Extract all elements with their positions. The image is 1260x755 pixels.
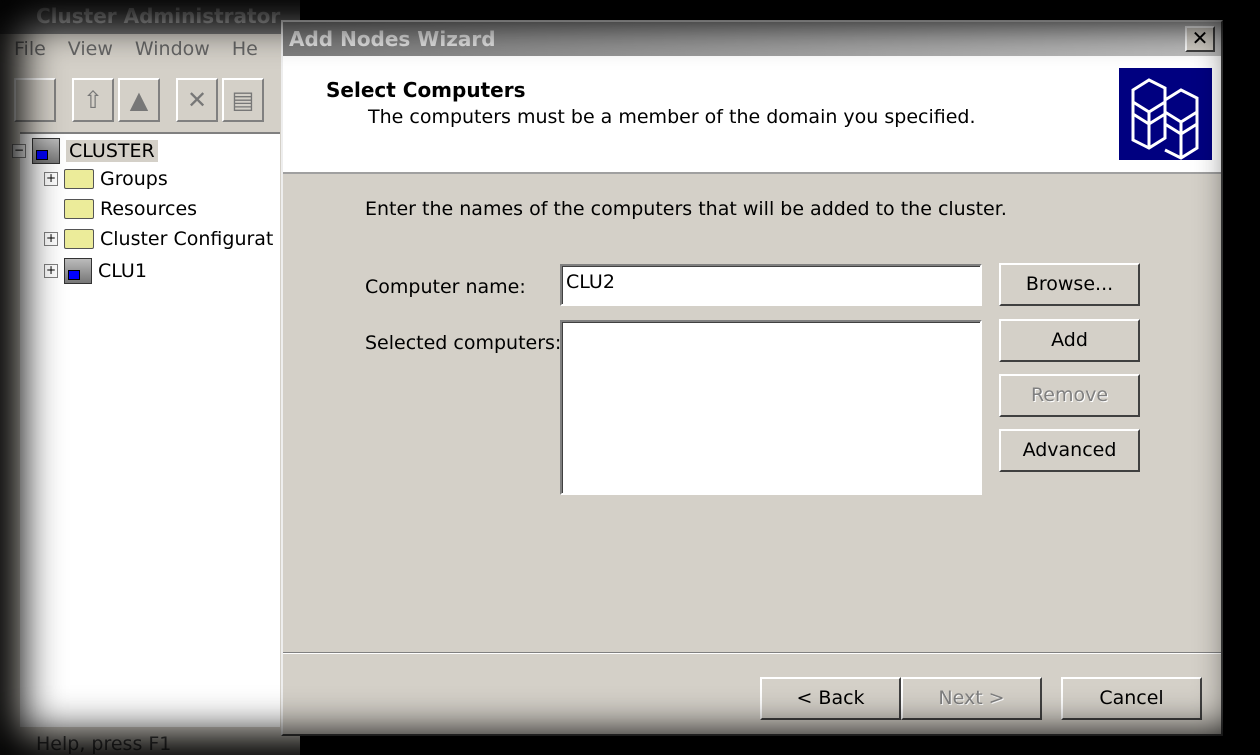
- selected-computers-label: Selected computers:: [365, 332, 562, 354]
- instruction-text: Enter the names of the computers that wi…: [365, 198, 1007, 220]
- next-button[interactable]: Next >: [901, 677, 1042, 720]
- tree-view: − CLUSTER + Groups Resources + Cluster Conf…: [12, 132, 280, 727]
- menu-bar: File View Window He: [14, 38, 258, 60]
- computer-name-label: Computer name:: [365, 276, 526, 298]
- wizard-header: Select Computers The computers must be a…: [283, 56, 1221, 174]
- computer-name-input[interactable]: CLU2: [560, 264, 982, 306]
- folder-icon: [64, 199, 94, 219]
- divider: [283, 652, 1221, 654]
- menu-window[interactable]: Window: [135, 38, 210, 60]
- cancel-button[interactable]: Cancel: [1061, 677, 1202, 720]
- remove-button[interactable]: Remove: [999, 374, 1140, 417]
- tree-item-groups[interactable]: + Groups: [44, 168, 168, 190]
- delete-button[interactable]: ✕: [176, 78, 218, 122]
- menu-view[interactable]: View: [68, 38, 113, 60]
- advanced-button[interactable]: Advanced: [999, 429, 1140, 472]
- window-title: Cluster Administrator: [0, 0, 300, 34]
- expand-icon[interactable]: +: [44, 264, 58, 278]
- folder-icon: [64, 169, 94, 189]
- add-button[interactable]: Add: [999, 319, 1140, 362]
- add-nodes-wizard-dialog: Add Nodes Wizard ✕ Select Computers The …: [281, 20, 1223, 736]
- toolbar: ⇧ ▲ ✕ ▤: [14, 78, 264, 122]
- bring-online-button[interactable]: ⇧: [72, 78, 114, 122]
- menu-help[interactable]: He: [232, 38, 258, 60]
- dialog-title-bar: Add Nodes Wizard ✕: [283, 22, 1221, 56]
- tree-item-resources[interactable]: Resources: [64, 198, 197, 220]
- cluster-icon: [32, 138, 60, 164]
- cluster-administrator-window: Cluster Administrator File View Window H…: [0, 0, 300, 755]
- close-button[interactable]: ✕: [1185, 26, 1215, 52]
- tree-item-clu1[interactable]: + CLU1: [44, 258, 147, 284]
- expand-icon[interactable]: +: [44, 232, 58, 246]
- status-bar: Help, press F1: [36, 733, 172, 755]
- page-subtitle: The computers must be a member of the do…: [368, 106, 976, 128]
- tree-item-cluster-configuration[interactable]: + Cluster Configurat: [44, 228, 273, 250]
- close-icon: ✕: [1191, 26, 1209, 50]
- selected-computers-list[interactable]: [560, 320, 982, 495]
- open-connection-button[interactable]: [14, 78, 56, 122]
- tree-item-cluster[interactable]: − CLUSTER: [12, 138, 158, 164]
- server-icon: [64, 258, 92, 284]
- browse-button[interactable]: Browse...: [999, 263, 1140, 306]
- menu-file[interactable]: File: [14, 38, 46, 60]
- properties-button[interactable]: ▤: [222, 78, 264, 122]
- back-button[interactable]: < Back: [760, 677, 901, 720]
- expand-icon[interactable]: +: [44, 172, 58, 186]
- page-title: Select Computers: [326, 78, 526, 102]
- servers-icon: [1119, 68, 1212, 160]
- folder-icon: [64, 229, 94, 249]
- take-offline-button[interactable]: ▲: [118, 78, 160, 122]
